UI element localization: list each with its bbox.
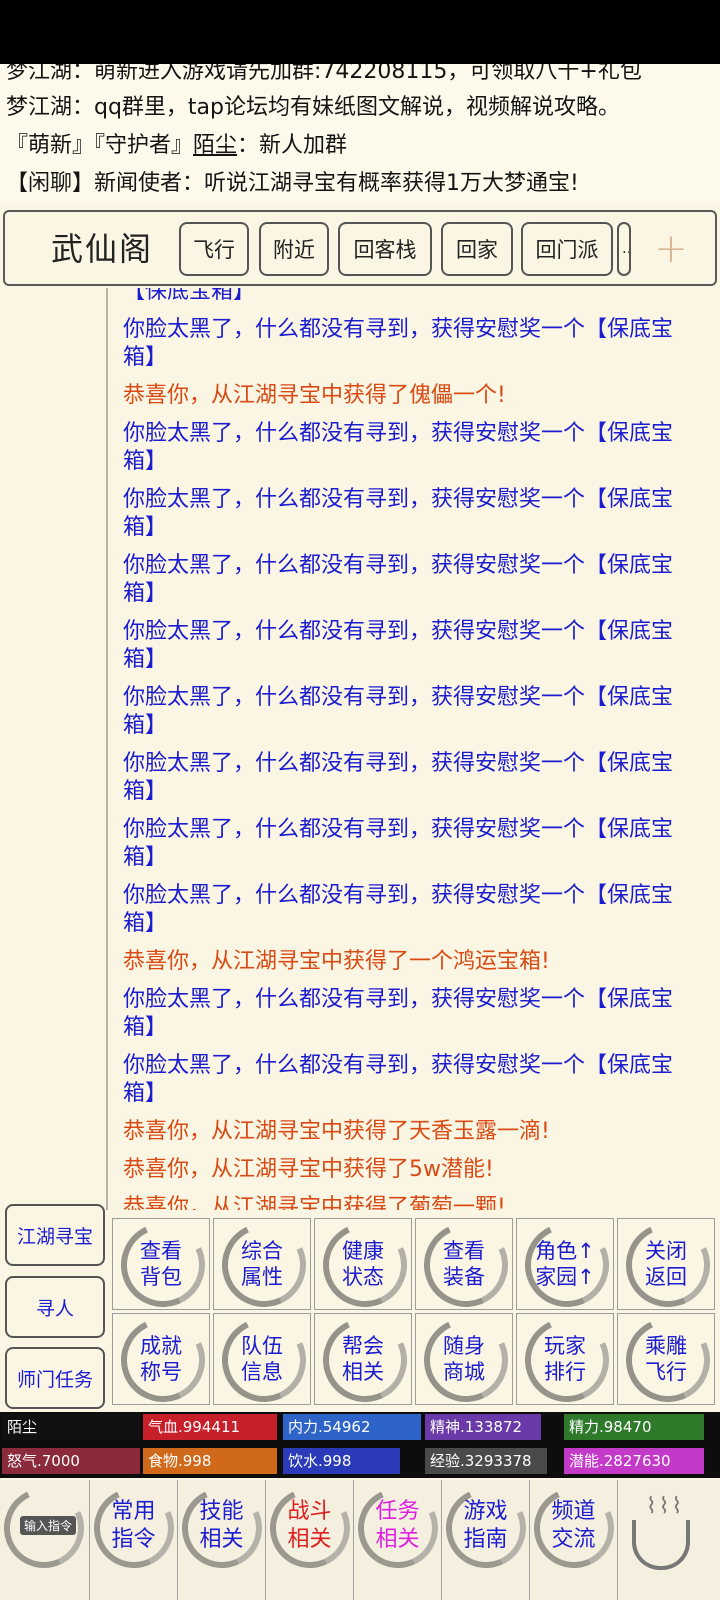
return-sect-button[interactable]: 回门派 xyxy=(521,222,613,276)
button-label: 随身 商城 xyxy=(443,1334,485,1384)
sect-quest-button[interactable]: 师门任务 xyxy=(5,1347,105,1409)
player-name: 陌尘 xyxy=(2,1414,140,1440)
log-message: 【保底宝箱】 xyxy=(123,288,256,304)
log-message: 恭喜你，从江湖寻宝中获得了天香玉露一滴! xyxy=(123,1119,550,1144)
button-label: 查看 装备 xyxy=(443,1239,485,1289)
rage-stat: 怒气.7000 xyxy=(2,1448,140,1474)
nav-combat[interactable]: 战斗 相关 xyxy=(266,1480,354,1600)
log-message: 你脸太黑了，什么都没有寻到，获得安慰奖一个【保底宝箱】 xyxy=(123,817,674,870)
guild-button[interactable]: 帮会 相关 xyxy=(314,1313,412,1405)
message-log[interactable]: 【保底宝箱】 你脸太黑了，什么都没有寻到，获得安慰奖一个【保底宝箱】 恭喜你，从江湖… xyxy=(108,288,720,1210)
nearby-button[interactable]: 附近 xyxy=(259,222,329,276)
button-label: 乘雕 飞行 xyxy=(645,1334,687,1384)
steam-icon: ⌇⌇⌇ xyxy=(646,1494,685,1519)
exp-stat: 经验.3293378 xyxy=(425,1448,561,1474)
button-label: 综合 属性 xyxy=(241,1239,283,1289)
notice-area: 梦江湖：萌新进入游戏请先加群:742208115，可领取八千+礼包 梦江湖：qq… xyxy=(0,64,720,204)
location-bar: 武仙阁 飞行 附近 回客栈 回家 回门派 … + xyxy=(3,210,717,286)
return-inn-button[interactable]: 回客栈 xyxy=(338,222,432,276)
input-command-label: 输入指令 xyxy=(20,1516,77,1535)
achievements-titles-button[interactable]: 成就 称号 xyxy=(112,1313,210,1405)
log-message: 你脸太黑了，什么都没有寻到，获得安慰奖一个【保底宝箱】 xyxy=(123,421,674,474)
notice-suffix: ：新人加群 xyxy=(237,133,348,158)
player-name-link[interactable]: 陌尘 xyxy=(193,133,237,158)
log-message: 恭喜你，从江湖寻宝中获得了傀儡一个! xyxy=(123,383,506,408)
treasure-hunt-button[interactable]: 江湖寻宝 xyxy=(5,1204,105,1266)
left-panel xyxy=(0,288,108,1210)
notice-line: 梦江湖：qq群里，tap论坛均有妹纸图文解说，视频解说攻略。 xyxy=(6,95,621,120)
command-input-button[interactable]: 输入指令 xyxy=(0,1480,90,1600)
bottom-nav: 输入指令 常用 指令 技能 相关 战斗 相关 任务 相关 游戏 指南 频道 交流… xyxy=(0,1480,720,1600)
log-message: 你脸太黑了，什么都没有寻到，获得安慰奖一个【保底宝箱】 xyxy=(123,987,674,1040)
fly-button[interactable]: 飞行 xyxy=(179,222,249,276)
view-equipment-button[interactable]: 查看 装备 xyxy=(415,1218,513,1310)
log-list: 【保底宝箱】 你脸太黑了，什么都没有寻到，获得安慰奖一个【保底宝箱】 恭喜你，从江湖… xyxy=(123,288,703,1210)
log-message: 你脸太黑了，什么都没有寻到，获得安慰奖一个【保底宝箱】 xyxy=(123,317,674,370)
mp-stat: 内力.54962 xyxy=(283,1414,421,1440)
health-status-button[interactable]: 健康 状态 xyxy=(314,1218,412,1310)
hp-stat: 气血.994411 xyxy=(143,1414,277,1440)
log-message: 你脸太黑了，什么都没有寻到，获得安慰奖一个【保底宝箱】 xyxy=(123,751,674,804)
stats-panel: 陌尘 气血.994411 内力.54962 精神.133872 精力.98470… xyxy=(0,1412,720,1478)
plus-icon[interactable]: + xyxy=(635,222,707,276)
button-label: 玩家 排行 xyxy=(544,1334,586,1384)
bowl-menu-button[interactable]: ⌇⌇⌇ xyxy=(618,1480,720,1600)
log-message: 恭喜你，从江湖寻宝中获得了葡萄一颗! xyxy=(123,1195,506,1210)
find-person-button[interactable]: 寻人 xyxy=(5,1276,105,1338)
button-label: 成就 称号 xyxy=(140,1334,182,1384)
team-info-button[interactable]: 队伍 信息 xyxy=(213,1313,311,1405)
nav-channels[interactable]: 频道 交流 xyxy=(530,1480,618,1600)
portable-shop-button[interactable]: 随身 商城 xyxy=(415,1313,513,1405)
notice-line: 梦江湖：萌新进入游戏请先加群:742208115，可领取八千+礼包 xyxy=(6,64,642,84)
potential-stat: 潜能.2827630 xyxy=(564,1448,704,1474)
player-ranking-button[interactable]: 玩家 排行 xyxy=(516,1313,614,1405)
button-label: 关闭 返回 xyxy=(645,1239,687,1289)
log-message: 你脸太黑了，什么都没有寻到，获得安慰奖一个【保底宝箱】 xyxy=(123,619,674,672)
nav-skills[interactable]: 技能 相关 xyxy=(178,1480,266,1600)
log-message: 你脸太黑了，什么都没有寻到，获得安慰奖一个【保底宝箱】 xyxy=(123,1053,674,1106)
character-home-button[interactable]: 角色↑ 家园↑ xyxy=(516,1218,614,1310)
eagle-flight-button[interactable]: 乘雕 飞行 xyxy=(617,1313,715,1405)
status-bar xyxy=(0,0,720,64)
button-label: 帮会 相关 xyxy=(342,1334,384,1384)
button-label: 查看 背包 xyxy=(140,1239,182,1289)
notice-prefix: 『萌新』『守护者』 xyxy=(6,133,194,158)
go-home-button[interactable]: 回家 xyxy=(441,222,513,276)
spirit-stat: 精神.133872 xyxy=(425,1414,561,1440)
button-label: 队伍 信息 xyxy=(241,1334,283,1384)
nav-game-guide[interactable]: 游戏 指南 xyxy=(442,1480,530,1600)
energy-stat: 精力.98470 xyxy=(564,1414,704,1440)
log-message: 你脸太黑了，什么都没有寻到，获得安慰奖一个【保底宝箱】 xyxy=(123,487,674,540)
button-label: 角色↑ 家园↑ xyxy=(535,1239,595,1289)
close-return-button[interactable]: 关闭 返回 xyxy=(617,1218,715,1310)
nav-common-commands[interactable]: 常用 指令 xyxy=(90,1480,178,1600)
location-name: 武仙阁 xyxy=(51,230,154,268)
nav-quests[interactable]: 任务 相关 xyxy=(354,1480,442,1600)
notice-line: 『萌新』『守护者』陌尘：新人加群 xyxy=(6,130,347,162)
food-stat: 食物.998 xyxy=(143,1448,277,1474)
bowl-icon xyxy=(632,1520,690,1570)
log-message: 恭喜你，从江湖寻宝中获得了一个鸿运宝箱! xyxy=(123,949,550,974)
log-message: 你脸太黑了，什么都没有寻到，获得安慰奖一个【保底宝箱】 xyxy=(123,553,674,606)
water-stat: 饮水.998 xyxy=(283,1448,421,1474)
button-label: 健康 状态 xyxy=(342,1239,384,1289)
view-bag-button[interactable]: 查看 背包 xyxy=(112,1218,210,1310)
log-message: 恭喜你，从江湖寻宝中获得了5w潜能! xyxy=(123,1157,494,1182)
notice-line: 【闲聊】新闻使者：听说江湖寻宝有概率获得1万大梦通宝! xyxy=(6,171,579,196)
overall-attributes-button[interactable]: 综合 属性 xyxy=(213,1218,311,1310)
log-message: 你脸太黑了，什么都没有寻到，获得安慰奖一个【保底宝箱】 xyxy=(123,883,674,936)
log-message: 你脸太黑了，什么都没有寻到，获得安慰奖一个【保底宝箱】 xyxy=(123,685,674,738)
more-exits-button[interactable]: … xyxy=(617,222,631,276)
